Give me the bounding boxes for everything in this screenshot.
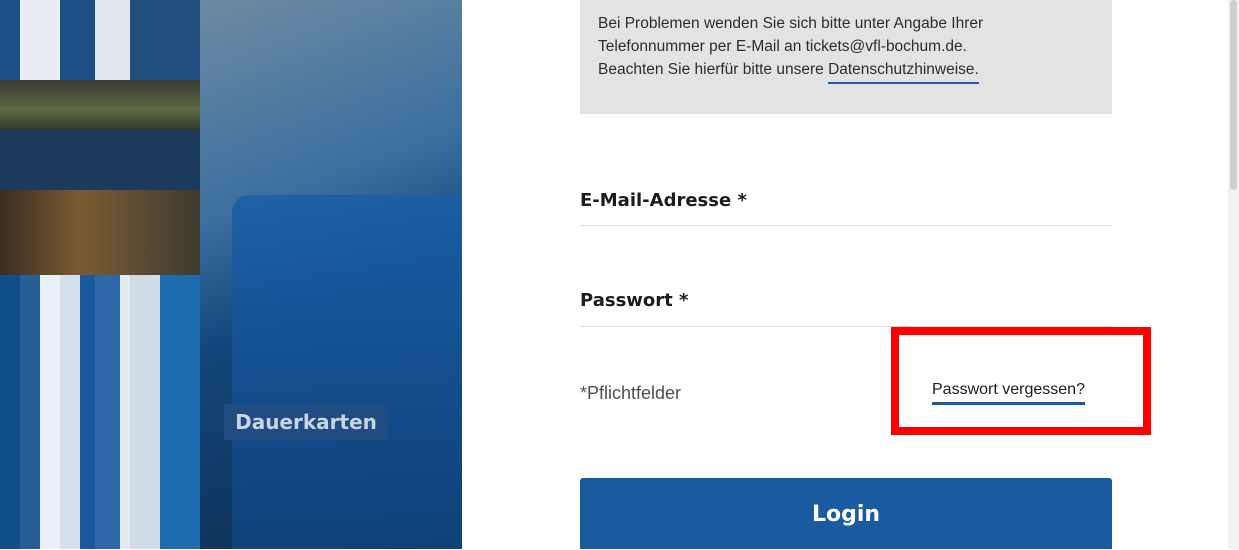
photo-band [0, 275, 200, 549]
email-field[interactable] [580, 225, 1112, 226]
info-line: Bei Problemen wenden Sie sich bitte unte… [598, 15, 984, 32]
photo-bag-pocket [232, 195, 462, 549]
info-box: Bei Problemen wenden Sie sich bitte unte… [580, 0, 1112, 114]
info-text: Beachten Sie hierfür bitte unsere [598, 61, 829, 78]
required-note: *Pflichtfelder [580, 383, 682, 403]
password-field[interactable] [580, 326, 1112, 327]
login-button[interactable]: Login [580, 478, 1112, 549]
email-field-label: E-Mail-Adresse * [580, 190, 747, 211]
hero-image [0, 0, 462, 549]
photo-band [0, 130, 200, 190]
scrollbar-thumb[interactable] [1230, 0, 1237, 190]
info-line: Beachten Sie hierfür bitte unsere Datens… [598, 58, 1112, 84]
photo-band [0, 190, 200, 275]
password-field-label: Passwort * [580, 290, 689, 311]
forgot-password-link[interactable]: Passwort vergessen? [932, 381, 1085, 405]
privacy-link[interactable]: Datenschutzhinweise. [828, 61, 979, 84]
info-line: Telefonnummer per E-Mail an tickets@vfl-… [598, 38, 967, 55]
photo-band [0, 80, 200, 130]
category-label[interactable]: Dauerkarten [224, 404, 388, 440]
